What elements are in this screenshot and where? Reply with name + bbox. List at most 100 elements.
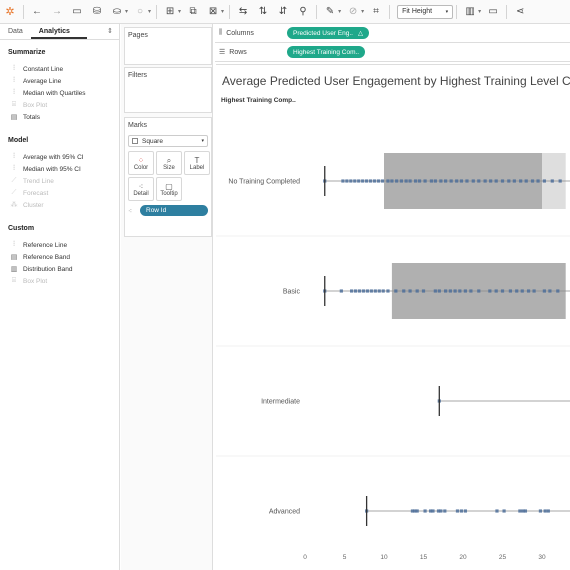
data-mark <box>349 179 353 183</box>
highlight-icon[interactable]: ✎ <box>323 3 337 21</box>
section-title-summarize: Summarize <box>8 49 46 56</box>
color-button[interactable]: ⁘ Color <box>128 151 154 175</box>
analytics-item-constant-line[interactable]: ⫶ Constant Line <box>0 63 119 75</box>
forward-icon[interactable]: → <box>50 3 64 21</box>
sort-asc-icon[interactable]: ⇅ <box>256 3 270 21</box>
trend-line-icon: ⟋ <box>11 177 17 184</box>
tab-data[interactable]: Data <box>0 24 31 39</box>
data-mark <box>365 289 370 293</box>
data-mark <box>530 179 535 183</box>
chart-canvas[interactable]: No Training Completed Basic Intermediate Ad… <box>216 65 570 570</box>
fit-select[interactable]: Fit Height ▾ <box>397 4 454 19</box>
datasource-icon[interactable]: ⛀ <box>110 3 124 21</box>
duplicate-icon[interactable]: ⧉ <box>186 3 200 21</box>
data-mark <box>350 289 354 293</box>
data-mark <box>439 179 443 183</box>
label-button[interactable]: T Label <box>184 151 210 175</box>
analytics-item-box-plot[interactable]: ⌸ Box Plot <box>0 275 119 287</box>
tooltip-button[interactable]: ▢ Tooltip <box>156 177 182 201</box>
data-mark <box>495 509 499 513</box>
row-id-pill[interactable]: Row Id <box>140 205 208 216</box>
collapse-panel-icon[interactable]: ⇕ <box>101 24 119 39</box>
data-mark <box>458 289 462 293</box>
panel-tabs: Data Analytics ⇕ <box>0 24 119 40</box>
clear-icon[interactable]: ⊠ <box>206 3 220 21</box>
refresh-icon[interactable]: ○ <box>133 3 147 21</box>
data-mark <box>512 179 516 183</box>
square-mark-icon <box>132 138 138 144</box>
cards-column: Pages Filters Marks Square ▾ ⁘ Color ⌕ Siz… <box>121 24 213 570</box>
analytics-item-label: Cluster <box>23 201 44 209</box>
group-icon[interactable]: ⊘ <box>346 3 360 21</box>
analytics-item-average-line[interactable]: ⫶ Average Line <box>0 75 119 87</box>
data-mark <box>439 509 443 513</box>
data-mark <box>477 289 481 293</box>
chevron-down-icon[interactable]: ▾ <box>361 8 364 15</box>
data-mark <box>415 289 419 293</box>
new-worksheet-icon[interactable]: ⊞ <box>163 3 177 21</box>
data-mark <box>543 509 547 513</box>
back-icon[interactable]: ← <box>30 3 44 21</box>
data-mark <box>556 289 560 293</box>
chevron-down-icon[interactable]: ▾ <box>338 8 341 15</box>
data-mark <box>376 179 381 183</box>
filters-card[interactable]: Filters <box>124 67 212 113</box>
rows-pill[interactable]: Highest Training Com.. <box>287 46 366 58</box>
tableau-logo-icon[interactable]: ✲ <box>3 3 17 21</box>
tab-analytics[interactable]: Analytics <box>30 24 87 39</box>
reference-line-icon: ⫶ <box>13 241 15 248</box>
presentation-icon[interactable]: ▭ <box>486 3 500 21</box>
data-mark <box>414 179 418 183</box>
analytics-item-cluster[interactable]: ⁂ Cluster <box>0 199 119 211</box>
analytics-item-forecast[interactable]: ⟋ Forecast <box>0 187 119 199</box>
distribution-band-icon: ▥ <box>10 266 18 273</box>
data-mark <box>415 509 419 513</box>
data-mark <box>381 289 385 293</box>
share-icon[interactable]: ⋖ <box>513 3 527 21</box>
columns-shelf-label: ⫼ Columns <box>215 29 287 37</box>
chevron-down-icon[interactable]: ▾ <box>148 8 151 15</box>
size-button[interactable]: ⌕ Size <box>156 151 182 175</box>
chevron-down-icon[interactable]: ▾ <box>178 8 181 15</box>
data-mark <box>380 179 385 183</box>
data-mark <box>455 509 460 513</box>
chevron-down-icon[interactable]: ▾ <box>221 8 224 15</box>
new-datasource-icon[interactable]: ⛁ <box>90 3 104 21</box>
detail-button[interactable]: ⁖ Detail <box>128 177 154 201</box>
mark-buttons: ⁘ Color ⌕ Size T Label ⁖ Detail ▢ Tooltip <box>128 151 210 201</box>
marks-card-title: Marks <box>128 122 148 129</box>
data-mark <box>542 179 546 183</box>
data-mark <box>489 179 493 183</box>
analytics-item-totals[interactable]: ▤ Totals <box>0 111 119 123</box>
show-me-icon[interactable]: ▥ <box>463 3 477 21</box>
mark-type-value: Square <box>142 137 163 145</box>
pin-icon[interactable]: ⚲ <box>296 3 310 21</box>
label-toggle-icon[interactable]: ⌗ <box>369 3 383 21</box>
data-mark <box>488 289 492 293</box>
analytics-item-trend-line[interactable]: ⟋ Trend Line <box>0 175 119 187</box>
analytics-item-reference-band[interactable]: ▤ Reference Band <box>0 251 119 263</box>
analytics-item-average-with-95-ci[interactable]: ⫶ Average with 95% CI <box>0 151 119 163</box>
chevron-down-icon[interactable]: ▾ <box>125 8 128 15</box>
fit-select-value: Fit Height <box>402 8 433 15</box>
pages-card[interactable]: Pages <box>124 27 212 65</box>
analytics-item-box-plot[interactable]: ⌸ Box Plot <box>0 99 119 111</box>
marks-card: Marks Square ▾ ⁘ Color ⌕ Size T Label ⁖ Deta… <box>124 117 212 237</box>
data-mark <box>502 509 506 513</box>
swap-icon[interactable]: ⇆ <box>236 3 250 21</box>
analytics-item-median-with-95-ci[interactable]: ⫶ Median with 95% CI <box>0 163 119 175</box>
mark-type-select[interactable]: Square ▾ <box>128 135 208 147</box>
analytics-item-median-with-quartiles[interactable]: ⫶ Median with Quartiles <box>0 87 119 99</box>
columns-pill[interactable]: Predicted User Eng.. △ <box>287 27 369 39</box>
data-mark <box>523 509 528 513</box>
chevron-down-icon[interactable]: ▾ <box>478 8 481 15</box>
analytics-item-label: Median with Quartiles <box>23 89 86 97</box>
sort-desc-icon[interactable]: ⇵ <box>276 3 290 21</box>
data-mark <box>444 289 448 293</box>
save-icon[interactable]: ▭ <box>70 3 84 21</box>
pages-card-title: Pages <box>128 32 148 39</box>
analytics-item-distribution-band[interactable]: ▥ Distribution Band <box>0 263 119 275</box>
detail-button-label: Detail <box>133 190 149 197</box>
data-mark <box>369 289 373 293</box>
analytics-item-reference-line[interactable]: ⫶ Reference Line <box>0 239 119 251</box>
